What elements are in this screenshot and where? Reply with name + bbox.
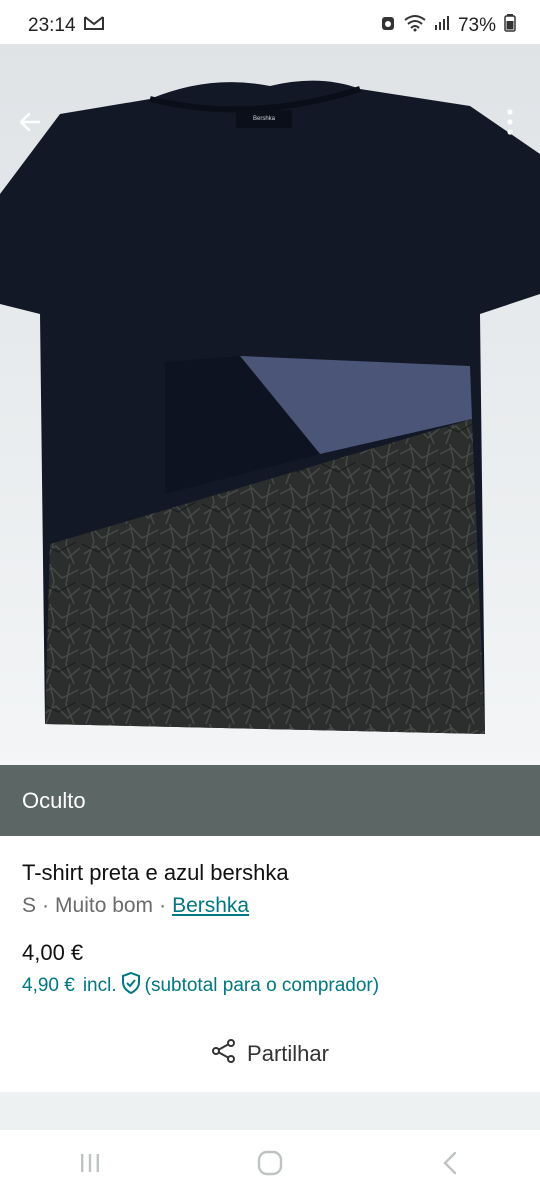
- hidden-status-label: Oculto: [22, 787, 86, 813]
- back-button[interactable]: [10, 104, 50, 144]
- back-icon: [441, 1150, 459, 1181]
- brand-label-text: Bershka: [253, 116, 276, 122]
- wifi-icon: [404, 14, 426, 38]
- status-left: 23:14: [28, 15, 104, 37]
- more-vertical-icon: [506, 108, 514, 141]
- status-right: 73%: [380, 14, 516, 38]
- price-incl-amount: 4,90 €: [22, 975, 75, 996]
- shield-check-icon: [121, 971, 141, 1000]
- item-price: 4,00 €: [22, 940, 84, 965]
- home-icon: [257, 1150, 283, 1181]
- item-photo[interactable]: Bershka: [0, 44, 540, 765]
- item-brand-link[interactable]: Bershka: [172, 894, 249, 918]
- status-time: 23:14: [28, 15, 76, 36]
- item-title: T-shirt preta e azul bershka: [22, 860, 289, 885]
- meta-separator: ·: [42, 894, 50, 917]
- battery-percent: 73%: [457, 15, 496, 36]
- system-back-button[interactable]: [420, 1145, 480, 1185]
- price-incl-note: (subtotal para o comprador): [144, 975, 380, 996]
- item-screen: 23:14 73% Bershka Oculto T-shirt preta e…: [0, 0, 540, 1200]
- recents-button[interactable]: [60, 1145, 120, 1185]
- tshirt-image: Bershka: [0, 44, 540, 765]
- gmail-icon: [83, 15, 104, 37]
- more-options-button[interactable]: [490, 104, 530, 144]
- system-nav-bar: [0, 1130, 540, 1200]
- home-button[interactable]: [240, 1145, 300, 1185]
- item-condition: Muito bom: [55, 894, 154, 917]
- item-size: S: [22, 894, 37, 917]
- price-incl-protection[interactable]: 4,90 € incl. (subtotal para o comprador): [22, 971, 518, 1000]
- item-meta: S · Muito bom · Bershka: [22, 894, 518, 918]
- item-details: T-shirt preta e azul bershka S · Muito b…: [0, 836, 540, 1000]
- share-icon: [211, 1038, 237, 1070]
- price-incl-label: incl.: [82, 975, 117, 996]
- section-divider: [0, 1092, 540, 1130]
- meta-separator: ·: [159, 894, 167, 917]
- recents-icon: [78, 1152, 102, 1179]
- share-button[interactable]: Partilhar: [0, 1030, 540, 1078]
- arrow-left-icon: [17, 109, 43, 140]
- share-label: Partilhar: [247, 1041, 329, 1066]
- battery-icon: [504, 14, 516, 38]
- alarm-icon: [380, 14, 396, 38]
- hidden-status-banner: Oculto: [0, 765, 540, 836]
- signal-icon: [434, 15, 450, 37]
